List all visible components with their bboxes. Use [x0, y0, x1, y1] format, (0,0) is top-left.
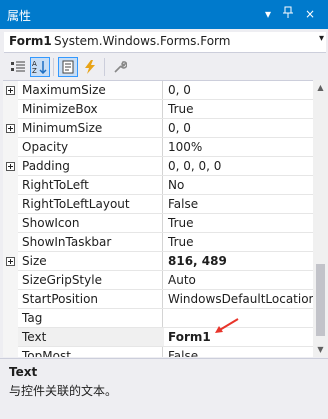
- property-value[interactable]: 816, 489: [163, 252, 313, 271]
- property-row[interactable]: Opacity 100%: [3, 138, 313, 157]
- expand-icon[interactable]: [6, 162, 15, 171]
- property-row[interactable]: SizeGripStyle Auto: [3, 271, 313, 290]
- property-name[interactable]: Opacity: [18, 138, 164, 157]
- close-icon[interactable]: ×: [302, 5, 318, 23]
- property-name[interactable]: MinimumSize: [18, 119, 164, 138]
- property-row[interactable]: StartPosition WindowsDefaultLocation: [3, 290, 313, 309]
- expand-icon[interactable]: [6, 124, 15, 133]
- alphabetical-icon[interactable]: AZ: [30, 57, 50, 77]
- property-name[interactable]: SizeGripStyle: [18, 271, 164, 290]
- description-panel: Text 与控件关联的文本。: [0, 358, 328, 419]
- row-gutter: [3, 290, 18, 309]
- property-row[interactable]: MinimumSize 0, 0: [3, 119, 313, 138]
- object-type: System.Windows.Forms.Form: [54, 34, 231, 48]
- property-value[interactable]: WindowsDefaultLocation: [163, 290, 313, 309]
- property-value[interactable]: No: [163, 176, 313, 195]
- row-gutter: [3, 157, 18, 176]
- scroll-thumb[interactable]: [316, 264, 325, 336]
- property-row[interactable]: Text Form1: [3, 328, 313, 347]
- annotation-arrow-icon: [215, 318, 239, 333]
- property-name[interactable]: Size: [18, 252, 164, 271]
- description-title: Text: [9, 365, 38, 379]
- property-row[interactable]: TopMost False: [3, 347, 313, 357]
- row-gutter: [3, 328, 18, 347]
- property-pages-icon[interactable]: [110, 57, 130, 77]
- properties-toolbar: AZ: [0, 54, 328, 80]
- property-row[interactable]: RightToLeft No: [3, 176, 313, 195]
- property-value[interactable]: True: [163, 233, 313, 252]
- property-value[interactable]: 0, 0, 0, 0: [163, 157, 313, 176]
- row-gutter: [3, 309, 18, 328]
- property-value[interactable]: False: [163, 195, 313, 214]
- property-row[interactable]: Size 816, 489: [3, 252, 313, 271]
- property-name[interactable]: RightToLeft: [18, 176, 164, 195]
- properties-titlebar: 属性 ▾ ×: [0, 0, 328, 29]
- expand-icon[interactable]: [6, 257, 15, 266]
- row-gutter: [3, 195, 18, 214]
- property-name[interactable]: Text: [18, 328, 164, 347]
- description-text: 与控件关联的文本。: [9, 384, 118, 398]
- row-gutter: [3, 214, 18, 233]
- svg-text:Z: Z: [32, 67, 37, 74]
- row-gutter: [3, 119, 18, 138]
- toolbar-separator: [104, 58, 105, 76]
- row-gutter: [3, 347, 18, 357]
- row-gutter: [3, 81, 18, 100]
- properties-icon[interactable]: [58, 57, 78, 77]
- row-gutter: [3, 252, 18, 271]
- property-value[interactable]: 0, 0: [163, 81, 313, 100]
- row-gutter: [3, 100, 18, 119]
- window-position-dropdown-icon[interactable]: ▾: [260, 5, 276, 23]
- property-row[interactable]: RightToLeftLayout False: [3, 195, 313, 214]
- row-gutter: [3, 176, 18, 195]
- property-value[interactable]: 100%: [163, 138, 313, 157]
- property-name[interactable]: StartPosition: [18, 290, 164, 309]
- property-value[interactable]: True: [163, 214, 313, 233]
- property-row[interactable]: ShowIcon True: [3, 214, 313, 233]
- object-name: Form1: [9, 34, 52, 48]
- expand-icon[interactable]: [6, 86, 15, 95]
- property-row[interactable]: Tag: [3, 309, 313, 328]
- events-icon[interactable]: [80, 57, 100, 77]
- object-selector[interactable]: Form1 System.Windows.Forms.Form ▾: [4, 32, 326, 53]
- row-gutter: [3, 138, 18, 157]
- toolbar-separator: [53, 58, 54, 76]
- property-name[interactable]: MaximumSize: [18, 81, 164, 100]
- property-name[interactable]: Padding: [18, 157, 164, 176]
- pin-icon[interactable]: [280, 5, 296, 23]
- property-name[interactable]: MinimizeBox: [18, 100, 164, 119]
- property-name[interactable]: ShowInTaskbar: [18, 233, 164, 252]
- property-grid: MaximumSize 0, 0 MinimizeBox True MinimumSiz…: [3, 80, 313, 357]
- row-gutter: [3, 271, 18, 290]
- property-value[interactable]: 0, 0: [163, 119, 313, 138]
- vertical-scrollbar[interactable]: ▲ ▼: [313, 80, 328, 357]
- property-value[interactable]: Auto: [163, 271, 313, 290]
- categorized-icon[interactable]: [8, 57, 28, 77]
- property-name[interactable]: ShowIcon: [18, 214, 164, 233]
- row-gutter: [3, 233, 18, 252]
- property-row[interactable]: Padding 0, 0, 0, 0: [3, 157, 313, 176]
- property-name[interactable]: TopMost: [18, 347, 164, 357]
- scroll-down-icon[interactable]: ▼: [313, 342, 328, 357]
- property-value[interactable]: True: [163, 100, 313, 119]
- property-name[interactable]: RightToLeftLayout: [18, 195, 164, 214]
- property-row[interactable]: MaximumSize 0, 0: [3, 81, 313, 100]
- scroll-up-icon[interactable]: ▲: [313, 80, 328, 95]
- property-name[interactable]: Tag: [18, 309, 164, 328]
- property-row[interactable]: MinimizeBox True: [3, 100, 313, 119]
- property-value[interactable]: False: [163, 347, 313, 357]
- property-row[interactable]: ShowInTaskbar True: [3, 233, 313, 252]
- chevron-down-icon[interactable]: ▾: [319, 33, 324, 44]
- panel-title: 属性: [7, 9, 32, 23]
